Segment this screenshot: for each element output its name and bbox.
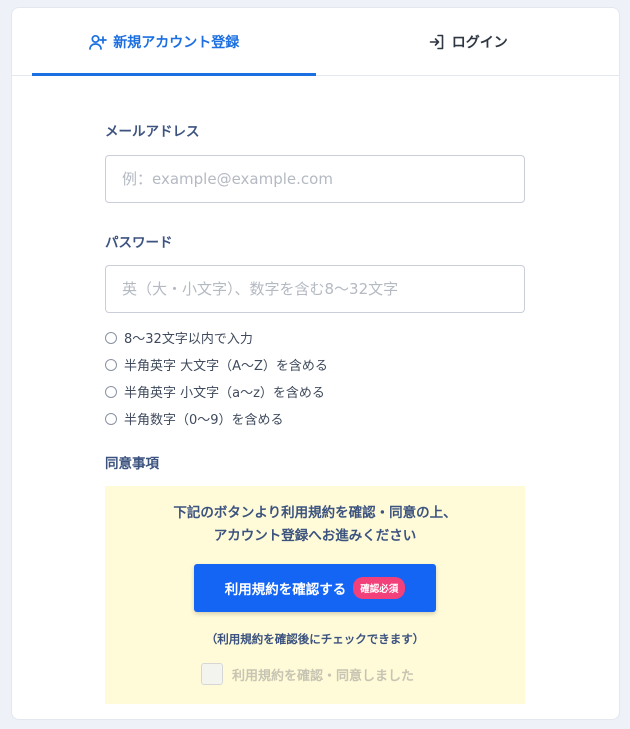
rule-status-icon [105, 358, 117, 371]
password-rule: 半角数字（0〜9）を含める [105, 405, 328, 432]
password-rule: 8〜32文字以内で入力 [105, 324, 328, 351]
auth-tabs: 新規アカウント登録 ログイン [12, 8, 619, 76]
email-label: メールアドレス [105, 124, 200, 140]
login-icon [427, 32, 447, 52]
user-plus-icon [88, 32, 108, 52]
registration-card: 新規アカウント登録 ログイン メールアドレス パスワード 8〜32文字以内で入力 [11, 7, 620, 720]
rule-status-icon [105, 412, 117, 425]
required-badge: 確認必須 [353, 577, 406, 599]
password-rule: 半角英字 大文字（A〜Z）を含める [105, 351, 328, 378]
agreement-instructions: 下記のボタンより利用規約を確認・同意の上、 アカウント登録へお進みください [105, 502, 525, 548]
terms-note: （利用規約を確認後にチェックできます） [205, 632, 425, 646]
agreement-label: 同意事項 [105, 456, 159, 472]
rule-text: 半角数字（0〜9）を含める [124, 413, 284, 428]
tab-register-label: 新規アカウント登録 [113, 34, 240, 51]
agreement-text-line2: アカウント登録へお進みください [213, 528, 417, 544]
agree-checkbox[interactable] [201, 663, 223, 685]
view-terms-button[interactable]: 利用規約を確認する 確認必須 [194, 564, 436, 612]
password-input[interactable] [105, 265, 525, 313]
agree-checkbox-label: 利用規約を確認・同意しました [232, 668, 415, 684]
tab-login-label: ログイン [451, 34, 508, 51]
password-rules: 8〜32文字以内で入力 半角英字 大文字（A〜Z）を含める 半角英字 小文字（a… [105, 324, 328, 432]
rule-text: 半角英字 大文字（A〜Z）を含める [124, 359, 328, 374]
rule-text: 8〜32文字以内で入力 [124, 332, 253, 347]
rule-status-icon [105, 331, 117, 344]
active-tab-indicator [32, 73, 316, 76]
tab-register[interactable]: 新規アカウント登録 [12, 8, 316, 75]
view-terms-button-label: 利用規約を確認する [224, 582, 347, 598]
agree-checkbox-row: 利用規約を確認・同意しました [201, 663, 414, 685]
rule-text: 半角英字 小文字（a〜z）を含める [124, 386, 325, 401]
password-label: パスワード [105, 235, 173, 251]
agreement-box: 下記のボタンより利用規約を確認・同意の上、 アカウント登録へお進みください 利用… [105, 486, 525, 704]
email-input[interactable] [105, 155, 525, 203]
password-rule: 半角英字 小文字（a〜z）を含める [105, 378, 328, 405]
rule-status-icon [105, 385, 117, 398]
agreement-text-line1: 下記のボタンより利用規約を確認・同意の上、 [173, 505, 457, 521]
tab-login[interactable]: ログイン [316, 8, 620, 75]
